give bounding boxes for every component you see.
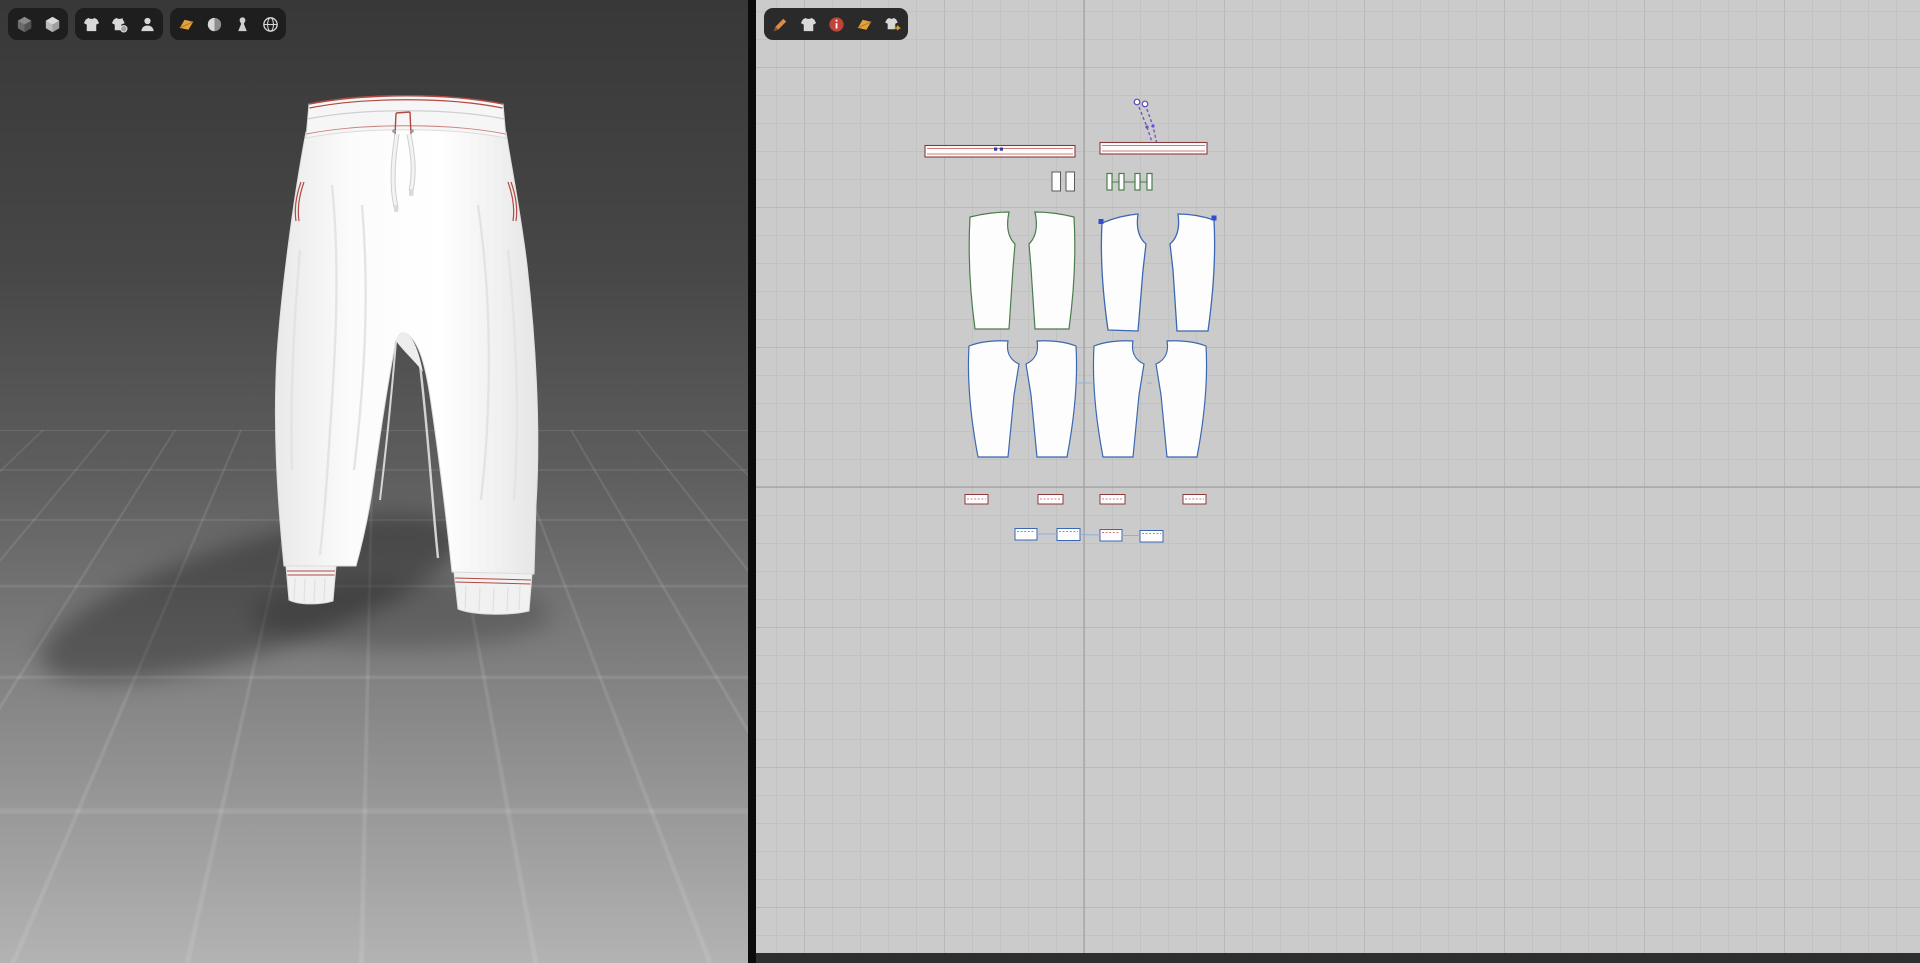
mesh-view-button[interactable]	[39, 11, 65, 37]
pattern-back-leg-left-copy[interactable]	[1092, 340, 1145, 458]
pattern-info-button[interactable]	[823, 11, 849, 37]
shirt-arrow-icon	[883, 15, 902, 34]
show-environment-button[interactable]	[257, 11, 283, 37]
tool-group-pattern-tools	[764, 8, 908, 40]
show-fitting-button[interactable]	[106, 11, 132, 37]
shading-button[interactable]	[201, 11, 227, 37]
viewport-2d[interactable]	[756, 0, 1920, 963]
pattern-front-leg-right-copy[interactable]	[1169, 213, 1216, 332]
pattern-canvas	[756, 0, 1920, 953]
cube-wire-icon	[43, 15, 62, 34]
fabric-icon	[855, 15, 874, 34]
info-icon	[827, 15, 846, 34]
pattern-eyelet-strips[interactable]	[1051, 171, 1075, 192]
globe-icon	[261, 15, 280, 34]
show-garment-2d-button[interactable]	[795, 11, 821, 37]
pattern-front-leg-right[interactable]	[1028, 211, 1076, 330]
tool-group-view-mode	[8, 8, 68, 40]
pattern-waistband-right[interactable]	[1099, 141, 1208, 155]
pen-icon	[771, 15, 790, 34]
show-garment-button[interactable]	[78, 11, 104, 37]
edit-pattern-button[interactable]	[767, 11, 793, 37]
pattern-back-leg-right-copy[interactable]	[1155, 340, 1208, 458]
pattern-front-leg-left[interactable]	[968, 211, 1016, 330]
mannequin-icon	[233, 15, 252, 34]
show-fabric-button[interactable]	[173, 11, 199, 37]
pattern-axes	[756, 0, 1920, 953]
show-avatar-button[interactable]	[134, 11, 160, 37]
tool-group-garment-visibility	[75, 8, 163, 40]
shaded-view-button[interactable]	[11, 11, 37, 37]
cube-solid-icon	[15, 15, 34, 34]
panel-splitter[interactable]	[748, 0, 756, 963]
show-fabric-2d-button[interactable]	[851, 11, 877, 37]
shirt-icon	[799, 15, 818, 34]
half-sphere-icon	[205, 15, 224, 34]
pattern-pocket-pair-2[interactable]	[1079, 529, 1164, 543]
toolbar-2d	[764, 8, 908, 40]
shirt-sphere-icon	[110, 15, 129, 34]
viewport-2d-bottom-bar	[756, 953, 1920, 963]
pattern-belt-loops[interactable]	[1106, 172, 1153, 191]
sync-garment-button[interactable]	[879, 11, 905, 37]
show-mannequin-button[interactable]	[229, 11, 255, 37]
pattern-back-leg-left[interactable]	[967, 340, 1020, 458]
pattern-pocket-pair-1[interactable]	[1014, 528, 1081, 541]
pattern-cuff-strips[interactable]	[964, 494, 1207, 505]
shirt-icon	[82, 15, 101, 34]
viewport-3d[interactable]	[0, 0, 748, 963]
pattern-back-leg-right[interactable]	[1025, 340, 1078, 458]
avatar-icon	[138, 15, 157, 34]
fabric-icon	[177, 15, 196, 34]
garment-design-app	[0, 0, 1920, 963]
pattern-front-leg-left-copy[interactable]	[1100, 213, 1147, 332]
garment-3d-canvas	[40, 94, 550, 682]
pattern-waistband-left[interactable]	[924, 144, 1076, 158]
toolbar-3d	[8, 8, 286, 40]
tool-group-scene-options	[170, 8, 286, 40]
